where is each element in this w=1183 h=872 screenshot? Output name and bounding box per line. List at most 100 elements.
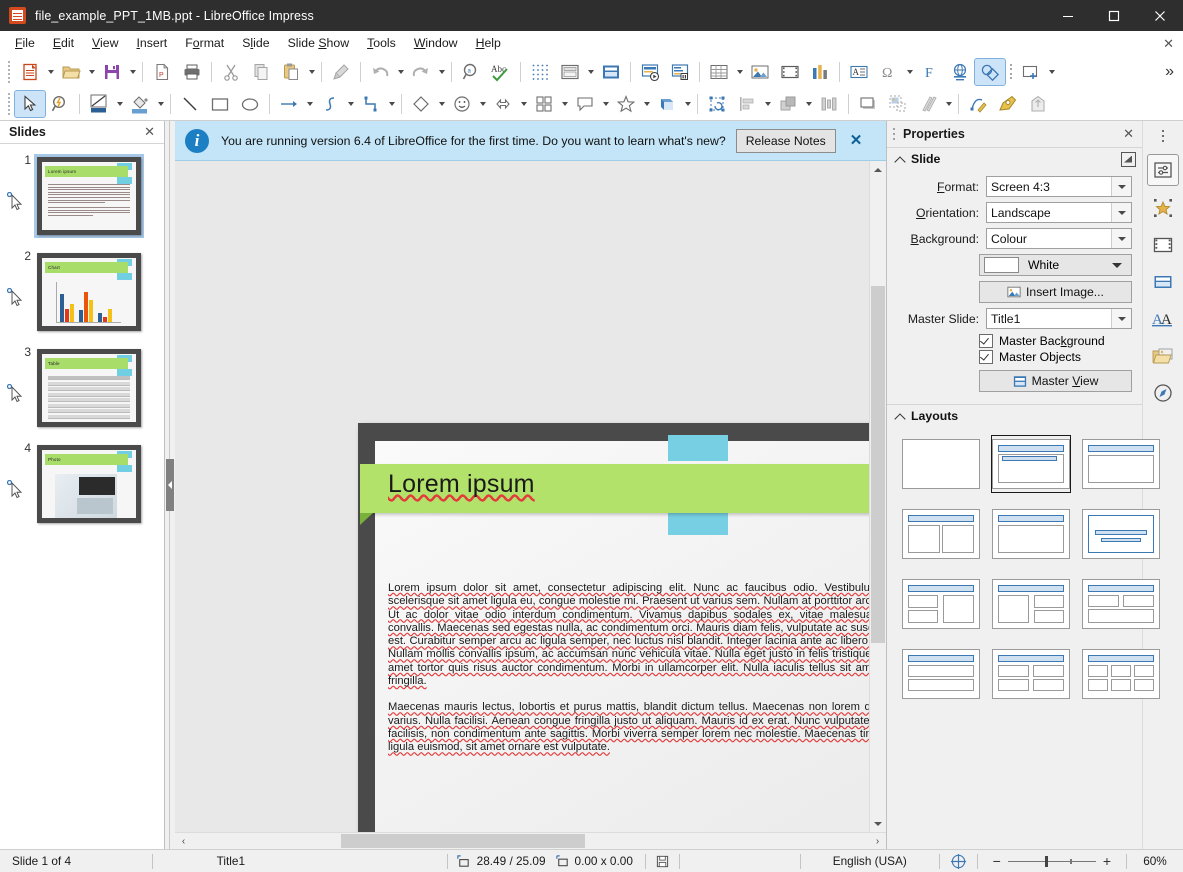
rectangle-icon[interactable] [205, 91, 235, 117]
menu-file[interactable]: File [6, 33, 44, 53]
align-objects-icon[interactable] [732, 91, 762, 117]
stars-and-banners-icon[interactable] [611, 91, 641, 117]
find-and-replace-icon[interactable]: a [456, 59, 486, 85]
sidebar-tab-master-slides[interactable] [1148, 267, 1178, 297]
display-views-icon[interactable] [555, 59, 585, 85]
chevron-down-icon[interactable] [1111, 309, 1131, 328]
menu-view[interactable]: View [83, 33, 127, 53]
flowchart-dropdown[interactable] [559, 91, 570, 117]
sidebar-tab-gallery[interactable] [1148, 341, 1178, 371]
panel-splitter[interactable] [165, 121, 175, 849]
insert-chart-icon[interactable] [805, 59, 835, 85]
connectors-icon[interactable] [356, 91, 386, 117]
background-color-button[interactable]: White [979, 254, 1132, 276]
arrange-icon[interactable] [773, 91, 803, 117]
layout-title-six-content[interactable] [1081, 645, 1161, 703]
new-document-icon[interactable] [15, 59, 45, 85]
slide-canvas[interactable]: Lorem ipsum Lorem ipsum dolor sit amet, … [175, 161, 869, 832]
distribute-selection-icon[interactable] [814, 91, 844, 117]
insert-audio-video-icon[interactable] [775, 59, 805, 85]
menu-window[interactable]: Window [405, 33, 467, 53]
slide-title-text[interactable]: Lorem ipsum [388, 470, 535, 499]
slide-thumbnail-4[interactable]: 4 Photo [0, 436, 164, 532]
basic-shapes-icon[interactable] [406, 91, 436, 117]
master-view-button[interactable]: Master View [979, 370, 1132, 392]
close-button[interactable] [1137, 0, 1183, 31]
master-objects-row[interactable]: Master Objects [979, 350, 1132, 364]
filter-dropdown[interactable] [943, 91, 954, 117]
copy-icon[interactable] [246, 59, 276, 85]
3d-objects-icon[interactable] [652, 91, 682, 117]
close-document-button[interactable]: ✕ [1163, 37, 1174, 50]
print-icon[interactable] [177, 59, 207, 85]
insert-line-icon[interactable] [175, 91, 205, 117]
line-ends-dropdown[interactable] [304, 91, 315, 117]
insert-image-icon[interactable] [745, 59, 775, 85]
menu-tools[interactable]: Tools [358, 33, 405, 53]
sidebar-tab-animation[interactable] [1148, 193, 1178, 223]
zoom-level[interactable]: 60% [1127, 850, 1183, 872]
line-ends-with-arrow-icon[interactable] [274, 91, 304, 117]
toolbar-overflow-button[interactable]: » [1161, 62, 1178, 82]
orientation-select[interactable]: Landscape [986, 202, 1132, 223]
insert-table-dropdown[interactable] [734, 59, 745, 85]
minimize-button[interactable] [1045, 0, 1091, 31]
properties-close-icon[interactable]: ✕ [1119, 127, 1138, 141]
slide-section-header[interactable]: Slide [887, 148, 1142, 170]
slides-panel-close-icon[interactable]: ✕ [141, 125, 158, 139]
layout-title-content-two-content[interactable] [991, 575, 1071, 633]
insert-text-box-icon[interactable]: A [844, 59, 874, 85]
chevron-down-icon[interactable] [1111, 203, 1131, 222]
select-icon[interactable] [14, 90, 46, 118]
language-status[interactable]: English (USA) [801, 850, 939, 872]
menu-slide[interactable]: Slide [233, 33, 278, 53]
crop-image-icon[interactable] [883, 91, 913, 117]
basic-shapes-dropdown[interactable] [436, 91, 447, 117]
glue-points-icon[interactable] [993, 91, 1023, 117]
master-background-checkbox[interactable] [979, 334, 993, 348]
connectors-dropdown[interactable] [386, 91, 397, 117]
points-icon[interactable] [963, 91, 993, 117]
menu-help[interactable]: Help [467, 33, 510, 53]
line-color-dropdown[interactable] [114, 91, 125, 117]
layout-title-two-content-over-content[interactable] [1081, 575, 1161, 633]
scroll-left-icon[interactable]: ‹ [175, 833, 192, 849]
insert-image-button[interactable]: Insert Image... [979, 281, 1132, 303]
horizontal-scroll-track[interactable] [192, 833, 869, 849]
slide-thumbnail-2[interactable]: 2 Chart [0, 244, 164, 340]
scroll-down-icon[interactable] [870, 815, 886, 832]
callout-shapes-icon[interactable] [570, 91, 600, 117]
menu-format[interactable]: Format [176, 33, 233, 53]
line-color-icon[interactable] [84, 91, 114, 117]
new-document-dropdown[interactable] [45, 59, 56, 85]
export-pdf-icon[interactable]: P [147, 59, 177, 85]
flowchart-shapes-icon[interactable] [529, 91, 559, 117]
layouts-section-header[interactable]: Layouts [887, 405, 1142, 427]
symbol-shapes-dropdown[interactable] [477, 91, 488, 117]
align-dropdown[interactable] [762, 91, 773, 117]
maximize-button[interactable] [1091, 0, 1137, 31]
chevron-down-icon[interactable] [1111, 177, 1131, 196]
format-select[interactable]: Screen 4:3 [986, 176, 1132, 197]
layout-title-two-content-content[interactable] [901, 575, 981, 633]
horizontal-scrollbar[interactable]: ‹ › [175, 832, 886, 849]
layout-centered-text[interactable] [1081, 505, 1161, 563]
vertical-scroll-track[interactable] [870, 178, 886, 815]
insert-special-character-dropdown[interactable] [904, 59, 915, 85]
scroll-up-icon[interactable] [870, 161, 886, 178]
paste-icon[interactable] [276, 59, 306, 85]
callout-dropdown[interactable] [600, 91, 611, 117]
save-document-dropdown[interactable] [127, 59, 138, 85]
master-objects-checkbox[interactable] [979, 350, 993, 364]
redo-icon[interactable] [406, 59, 436, 85]
master-slide-select[interactable]: Title1 [986, 308, 1132, 329]
info-bar-close-icon[interactable]: ✕ [850, 133, 863, 148]
chevron-up-icon[interactable] [895, 154, 905, 164]
save-state-icon[interactable] [646, 850, 679, 872]
background-select[interactable]: Colour [986, 228, 1132, 249]
sidebar-tab-properties[interactable] [1147, 154, 1179, 186]
symbol-shapes-icon[interactable] [447, 91, 477, 117]
save-document-icon[interactable] [97, 59, 127, 85]
undo-icon[interactable] [365, 59, 395, 85]
spelling-icon[interactable]: Abc [486, 59, 516, 85]
